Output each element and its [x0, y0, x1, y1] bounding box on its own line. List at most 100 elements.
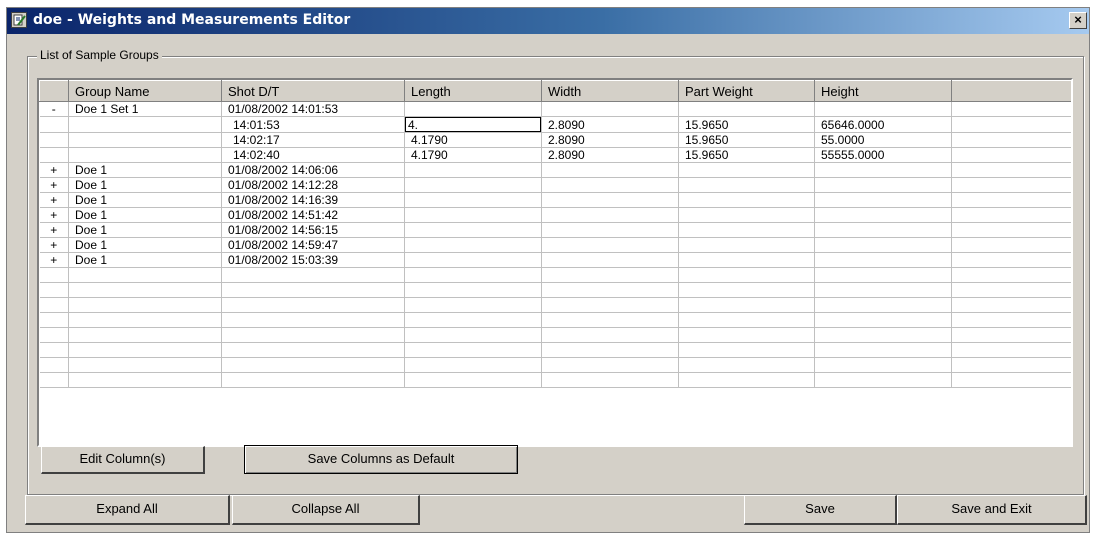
name-cell[interactable] [68, 116, 222, 133]
shot-cell[interactable]: 01/08/2002 15:03:39 [221, 252, 405, 268]
shot-cell[interactable]: 14:02:40 [221, 147, 405, 163]
expand-all-button[interactable]: Expand All [25, 495, 230, 525]
table-row[interactable]: - Doe 1 Set 1 01/08/2002 14:01:53 [39, 101, 1071, 117]
height-cell[interactable]: 55.0000 [814, 132, 952, 148]
length-cell[interactable] [404, 252, 542, 268]
weight-cell[interactable] [678, 207, 815, 223]
weight-cell[interactable] [678, 101, 815, 117]
length-cell[interactable] [404, 101, 542, 117]
expand-row-toggle[interactable]: + [39, 177, 69, 193]
name-cell[interactable]: Doe 1 [68, 207, 222, 223]
height-cell[interactable] [814, 222, 952, 238]
expand-row-toggle[interactable]: + [39, 237, 69, 253]
name-cell[interactable] [68, 132, 222, 148]
collapse-all-button[interactable]: Collapse All [232, 495, 420, 525]
table-row[interactable]: + Doe 1 01/08/2002 14:16:39 [39, 192, 1071, 208]
name-cell[interactable] [68, 147, 222, 163]
table-row[interactable]: + Doe 1 01/08/2002 14:12:28 [39, 177, 1071, 193]
table-row[interactable]: + Doe 1 01/08/2002 14:51:42 [39, 207, 1071, 223]
name-cell[interactable]: Doe 1 [68, 162, 222, 178]
group-name-column-header[interactable]: Group Name [68, 80, 222, 102]
edit-columns-button[interactable]: Edit Column(s) [41, 446, 205, 474]
close-button[interactable]: × [1069, 12, 1087, 29]
width-cell[interactable]: 2.8090 [541, 116, 679, 133]
shot-cell[interactable]: 01/08/2002 14:06:06 [221, 162, 405, 178]
table-row[interactable]: + Doe 1 01/08/2002 14:56:15 [39, 222, 1071, 238]
shot-cell[interactable]: 01/08/2002 14:51:42 [221, 207, 405, 223]
height-cell[interactable] [814, 101, 952, 117]
width-cell[interactable] [541, 222, 679, 238]
weight-cell[interactable] [678, 252, 815, 268]
height-cell[interactable] [814, 252, 952, 268]
length-cell[interactable]: 4.1790 [404, 132, 542, 148]
weight-cell[interactable]: 15.9650 [678, 116, 815, 133]
length-cell[interactable] [404, 162, 542, 178]
length-cell[interactable] [404, 192, 542, 208]
name-cell[interactable]: Doe 1 [68, 192, 222, 208]
expand-row-toggle[interactable]: + [39, 192, 69, 208]
table-row[interactable]: 14:02:40 4.1790 2.8090 15.9650 55555.0000 [39, 147, 1071, 163]
shot-cell[interactable]: 01/08/2002 14:12:28 [221, 177, 405, 193]
length-cell[interactable] [404, 177, 542, 193]
height-cell[interactable] [814, 237, 952, 253]
expand-row-toggle[interactable]: + [39, 252, 69, 268]
shot-cell[interactable]: 01/08/2002 14:56:15 [221, 222, 405, 238]
row-indicator-cell[interactable] [39, 147, 69, 163]
length-cell[interactable] [404, 222, 542, 238]
height-column-header[interactable]: Height [814, 80, 952, 102]
table-row[interactable]: + Doe 1 01/08/2002 15:03:39 [39, 252, 1071, 268]
weight-cell[interactable] [678, 222, 815, 238]
weight-cell[interactable]: 15.9650 [678, 147, 815, 163]
width-cell[interactable]: 2.8090 [541, 147, 679, 163]
height-cell[interactable]: 55555.0000 [814, 147, 952, 163]
length-column-header[interactable]: Length [404, 80, 542, 102]
sample-groups-grid[interactable]: Group Name Shot D/T Length Width Part Weight… [37, 78, 1073, 447]
name-cell[interactable]: Doe 1 Set 1 [68, 101, 222, 117]
length-cell[interactable] [404, 116, 542, 133]
table-row[interactable]: 14:02:17 4.1790 2.8090 15.9650 55.0000 [39, 132, 1071, 148]
length-cell[interactable] [404, 207, 542, 223]
save-columns-default-button[interactable]: Save Columns as Default [244, 445, 518, 474]
height-cell[interactable]: 65646.0000 [814, 116, 952, 133]
height-cell[interactable] [814, 162, 952, 178]
height-cell[interactable] [814, 192, 952, 208]
name-cell[interactable]: Doe 1 [68, 237, 222, 253]
width-cell[interactable] [541, 192, 679, 208]
width-cell[interactable] [541, 207, 679, 223]
width-cell[interactable] [541, 101, 679, 117]
width-column-header[interactable]: Width [541, 80, 679, 102]
save-and-exit-button[interactable]: Save and Exit [897, 495, 1087, 525]
table-row[interactable]: + Doe 1 01/08/2002 14:59:47 [39, 237, 1071, 253]
expand-row-toggle[interactable]: + [39, 162, 69, 178]
weight-cell[interactable] [678, 237, 815, 253]
width-cell[interactable] [541, 162, 679, 178]
row-indicator-cell[interactable] [39, 132, 69, 148]
weight-cell[interactable] [678, 162, 815, 178]
width-cell[interactable] [541, 177, 679, 193]
length-cell[interactable] [404, 237, 542, 253]
edit-document-icon[interactable] [11, 12, 27, 28]
shot-dt-column-header[interactable]: Shot D/T [221, 80, 405, 102]
width-cell[interactable]: 2.8090 [541, 132, 679, 148]
shot-cell[interactable]: 14:01:53 [221, 116, 405, 133]
weight-cell[interactable] [678, 192, 815, 208]
name-cell[interactable]: Doe 1 [68, 222, 222, 238]
table-row[interactable]: + Doe 1 01/08/2002 14:06:06 [39, 162, 1071, 178]
length-cell-editor[interactable] [405, 117, 541, 132]
name-cell[interactable]: Doe 1 [68, 177, 222, 193]
row-indicator-cell[interactable] [39, 116, 69, 133]
part-weight-column-header[interactable]: Part Weight [678, 80, 815, 102]
shot-cell[interactable]: 01/08/2002 14:01:53 [221, 101, 405, 117]
length-cell[interactable]: 4.1790 [404, 147, 542, 163]
width-cell[interactable] [541, 237, 679, 253]
shot-cell[interactable]: 01/08/2002 14:59:47 [221, 237, 405, 253]
table-row[interactable]: 14:01:53 2.809015.965065646.0000 [39, 116, 1071, 133]
name-cell[interactable]: Doe 1 [68, 252, 222, 268]
height-cell[interactable] [814, 207, 952, 223]
spare-column-header[interactable] [951, 80, 1071, 102]
shot-cell[interactable]: 01/08/2002 14:16:39 [221, 192, 405, 208]
title-bar[interactable]: doe - Weights and Measurements Editor × [7, 8, 1089, 34]
shot-cell[interactable]: 14:02:17 [221, 132, 405, 148]
width-cell[interactable] [541, 252, 679, 268]
expand-row-toggle[interactable]: + [39, 222, 69, 238]
